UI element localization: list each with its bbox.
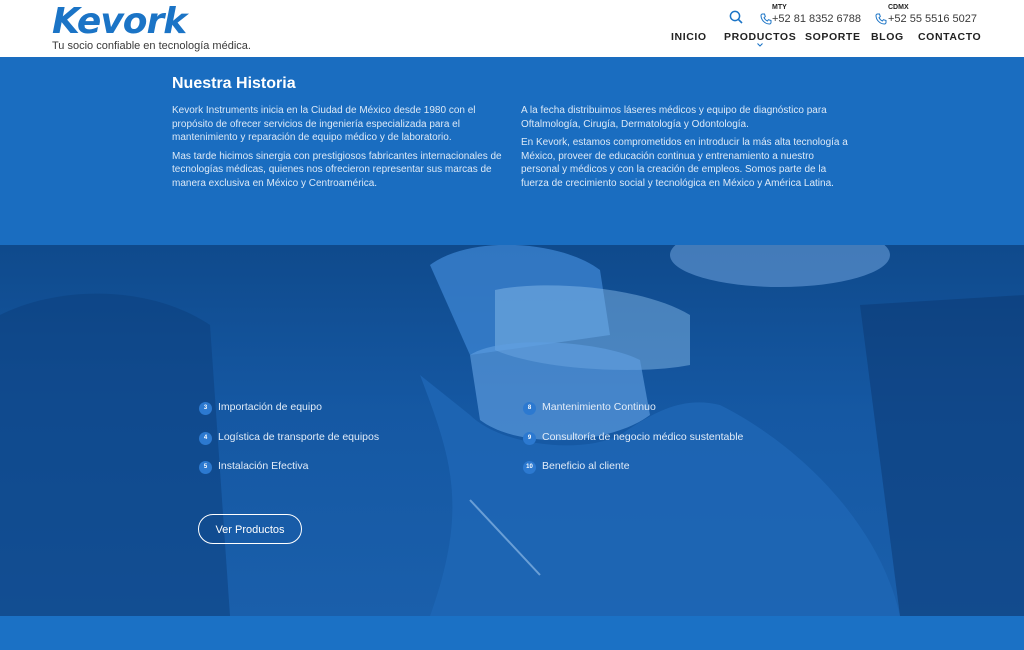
footer-band [0, 616, 1024, 650]
phone-city: CDMX [888, 4, 909, 11]
tagline: Tu socio confiable en tecnología médica. [52, 40, 251, 52]
nav-contacto[interactable]: CONTACTO [918, 31, 981, 43]
chevron-down-icon [757, 43, 764, 47]
feature-label: Consultoría de negocio médico sustentabl… [542, 431, 744, 443]
history-column-right: A la fecha distribuimos láseres médicos … [521, 104, 853, 196]
hero-section: 3 Importación de equipo 4 Logística de t… [0, 245, 1024, 616]
phone-number: +52 81 8352 6788 [772, 13, 862, 25]
history-section: Nuestra Historia Kevork Instruments inic… [0, 57, 1024, 245]
history-paragraph: En Kevork, estamos comprometidos en intr… [521, 137, 848, 189]
feature-number-badge: 3 [199, 402, 212, 415]
phone-city: MTY [772, 4, 787, 11]
phone-icon [875, 12, 887, 25]
feature-number-badge: 4 [199, 432, 212, 445]
logo-text: Kevork [52, 1, 187, 42]
nav-blog[interactable]: BLOG [871, 31, 904, 43]
phone-number: +52 55 5516 5027 [888, 13, 978, 25]
history-paragraph: Kevork Instruments inicia en la Ciudad d… [172, 105, 476, 144]
surgeon-background-image [0, 245, 1024, 616]
search-icon[interactable] [729, 10, 743, 24]
history-paragraph: A la fecha distribuimos láseres médicos … [521, 105, 827, 130]
logo[interactable]: Kevork [52, 1, 187, 42]
site-header: Kevork Tu socio confiable en tecnología … [0, 0, 1024, 57]
history-title: Nuestra Historia [172, 75, 296, 92]
feature-label: Beneficio al cliente [542, 460, 630, 472]
nav-productos-label: PRODUCTOS [724, 31, 797, 43]
nav-productos[interactable]: PRODUCTOS [724, 31, 797, 47]
feature-number-badge: 10 [523, 461, 536, 474]
feature-label: Mantenimiento Continuo [542, 401, 656, 413]
feature-number-badge: 5 [199, 461, 212, 474]
ver-productos-button[interactable]: Ver Productos [198, 514, 302, 544]
phone-icon [760, 12, 772, 25]
nav-soporte[interactable]: SOPORTE [805, 31, 861, 43]
feature-number-badge: 8 [523, 402, 536, 415]
feature-label: Importación de equipo [218, 401, 322, 413]
feature-number-badge: 9 [523, 432, 536, 445]
feature-label: Instalación Efectiva [218, 460, 309, 472]
history-paragraph: Mas tarde hicimos sinergia con prestigio… [172, 150, 502, 189]
nav-inicio[interactable]: INICIO [671, 31, 707, 43]
history-column-left: Kevork Instruments inicia en la Ciudad d… [172, 104, 504, 196]
feature-label: Logística de transporte de equipos [218, 431, 380, 443]
